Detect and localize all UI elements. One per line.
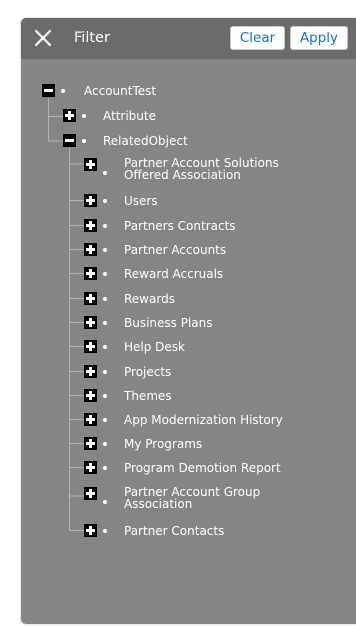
tree-node-label[interactable]: Partner Account Group Association: [124, 486, 260, 510]
tree-node-label[interactable]: Business Plans: [124, 313, 213, 333]
bullet-icon: [103, 199, 107, 203]
tree-node-child: My Programs: [84, 434, 334, 454]
tree-node-label[interactable]: Partners Contracts: [124, 216, 236, 236]
expand-toggle[interactable]: [84, 340, 97, 353]
expand-toggle[interactable]: [84, 437, 97, 450]
tree-node-related-object: RelatedObject: [63, 131, 313, 151]
tree-node-label[interactable]: Partner Account Solutions Offered Associ…: [124, 157, 279, 181]
tree-node-child: Business Plans: [84, 313, 334, 333]
expand-toggle[interactable]: [84, 158, 97, 171]
filter-panel: Filter Clear Apply AccountTest Attribute…: [21, 18, 356, 624]
bullet-icon: [103, 345, 107, 349]
collapse-toggle[interactable]: [63, 134, 76, 147]
expand-toggle[interactable]: [63, 109, 76, 122]
bullet-icon: [103, 370, 107, 374]
tree-node-child: Help Desk: [84, 337, 334, 357]
tree-node-child: Themes: [84, 386, 334, 406]
expand-toggle[interactable]: [84, 292, 97, 305]
tree-node-label[interactable]: My Programs: [124, 434, 202, 454]
tree-node-child: Partner Accounts: [84, 240, 334, 260]
tree-node-child: Reward Accruals: [84, 264, 334, 284]
tree-node-label[interactable]: Projects: [124, 362, 171, 382]
bullet-icon: [103, 297, 107, 301]
expand-toggle[interactable]: [84, 461, 97, 474]
tree-node-label[interactable]: Program Demotion Report: [124, 458, 281, 478]
tree-node-child: Partner Contacts: [84, 521, 334, 541]
expand-toggle[interactable]: [84, 524, 97, 537]
tree-node-label[interactable]: AccountTest: [84, 81, 156, 101]
expand-toggle[interactable]: [84, 389, 97, 402]
expand-toggle[interactable]: [84, 413, 97, 426]
bullet-icon: [103, 171, 107, 175]
bullet-icon: [82, 139, 86, 143]
tree-node-label[interactable]: Rewards: [124, 289, 175, 309]
tree-node-child: Program Demotion Report: [84, 458, 344, 478]
bullet-icon: [103, 418, 107, 422]
tree-node-child: Partner Account Group Association: [84, 486, 344, 514]
tree-node-label-line: Offered Association: [124, 168, 241, 182]
tree-node-child: Users: [84, 191, 334, 211]
expand-toggle[interactable]: [84, 194, 97, 207]
tree-node-label[interactable]: Partner Contacts: [124, 521, 224, 541]
bullet-icon: [82, 114, 86, 118]
tree-node-label[interactable]: Themes: [124, 386, 172, 406]
bullet-icon: [103, 394, 107, 398]
collapse-toggle[interactable]: [42, 84, 55, 97]
tree-node-label[interactable]: Attribute: [103, 106, 156, 126]
tree-node-label[interactable]: Partner Accounts: [124, 240, 226, 260]
bullet-icon: [103, 442, 107, 446]
tree-node-child: App Modernization History: [84, 410, 344, 430]
expand-toggle[interactable]: [84, 219, 97, 232]
expand-toggle[interactable]: [84, 267, 97, 280]
bullet-icon: [103, 224, 107, 228]
tree-node-attribute: Attribute: [63, 106, 313, 126]
tree-node-label[interactable]: App Modernization History: [124, 410, 283, 430]
bullet-icon: [103, 529, 107, 533]
tree-node-label-line: Association: [124, 497, 193, 511]
tree-node-child: Partner Account Solutions Offered Associ…: [84, 157, 344, 185]
bullet-icon: [103, 248, 107, 252]
bullet-icon: [103, 466, 107, 470]
tree-node-label[interactable]: Help Desk: [124, 337, 185, 357]
expand-toggle[interactable]: [84, 365, 97, 378]
expand-toggle[interactable]: [84, 316, 97, 329]
bullet-icon: [103, 272, 107, 276]
tree-node-label[interactable]: RelatedObject: [103, 131, 188, 151]
tree-node-child: Partners Contracts: [84, 216, 334, 236]
tree-node-root: AccountTest: [42, 81, 292, 101]
expand-toggle[interactable]: [84, 243, 97, 256]
expand-toggle[interactable]: [84, 487, 97, 500]
tree-node-label[interactable]: Users: [124, 191, 158, 211]
bullet-icon: [103, 321, 107, 325]
tree-node-label[interactable]: Reward Accruals: [124, 264, 223, 284]
tree-node-child: Projects: [84, 362, 334, 382]
bullet-icon: [61, 89, 65, 93]
bullet-icon: [103, 500, 107, 504]
tree-node-child: Rewards: [84, 289, 334, 309]
